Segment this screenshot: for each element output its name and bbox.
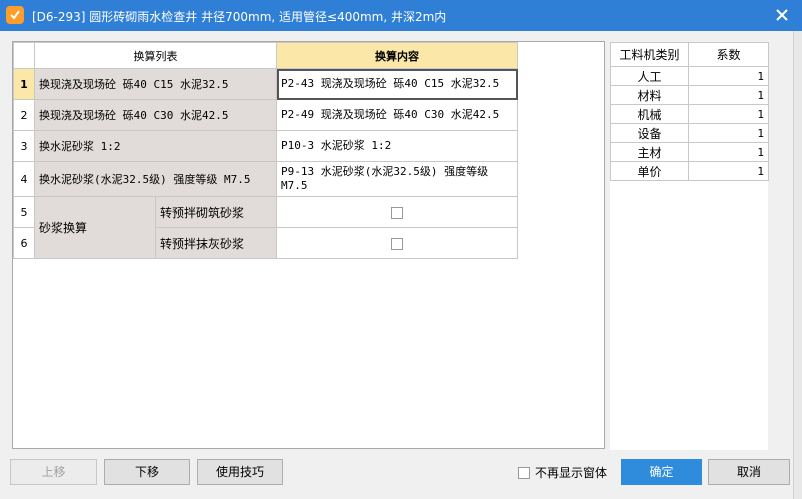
move-up-button[interactable]: 上移	[10, 459, 97, 485]
conversion-item[interactable]: 换水泥砂浆(水泥32.5级) 强度等级 M7.5	[34, 161, 277, 197]
table-row[interactable]: 3 换水泥砂浆 1:2 P10-3 水泥砂浆 1:2	[13, 130, 518, 162]
category-cell: 主材	[610, 142, 689, 162]
table-row[interactable]: 主材 1	[610, 142, 769, 162]
window-edge	[793, 31, 802, 499]
row-number: 5	[13, 196, 35, 228]
category-cell: 材料	[610, 85, 689, 105]
window-title: [D6-293] 圆形砖砌雨水检查井 井径700mm, 适用管径≤400mm, …	[32, 10, 447, 24]
category-cell: 人工	[610, 66, 689, 86]
conversion-table: 换算列表 换算内容 1 换现浇及现场砼 砾40 C15 水泥32.5 P2-43…	[13, 42, 518, 259]
table-row[interactable]: 5 砂浆换算 转预拌砌筑砂浆	[13, 196, 518, 259]
category-cell: 机械	[610, 104, 689, 124]
table-row[interactable]: 1 换现浇及现场砼 砾40 C15 水泥32.5 P2-43 现浇及现场砼 砾4…	[13, 68, 518, 100]
conversion-panel: 换算列表 换算内容 1 换现浇及现场砼 砾40 C15 水泥32.5 P2-43…	[12, 41, 605, 449]
no-show-toggle[interactable]: 不再显示窗体	[518, 464, 607, 480]
row-number: 1	[13, 68, 35, 100]
row-number: 4	[13, 161, 35, 197]
list-header: 换算列表	[34, 42, 277, 69]
category-cell: 设备	[610, 123, 689, 143]
category-header: 工料机类别	[610, 42, 689, 67]
table-row[interactable]: 单价 1	[610, 161, 769, 181]
table-row[interactable]: 2 换现浇及现场砼 砾40 C30 水泥42.5 P2-49 现浇及现场砼 砾4…	[13, 99, 518, 131]
mortar-option-cell[interactable]	[276, 196, 518, 228]
coef-value[interactable]: 1	[688, 161, 769, 181]
corner-cell	[13, 42, 35, 69]
category-cell: 单价	[610, 161, 689, 181]
row-number: 3	[13, 130, 35, 162]
no-show-checkbox[interactable]	[518, 467, 530, 479]
content-header: 换算内容	[276, 42, 518, 69]
coef-value[interactable]: 1	[688, 104, 769, 124]
ok-button[interactable]: 确定	[621, 459, 702, 485]
close-icon[interactable]	[772, 5, 792, 25]
coef-value[interactable]: 1	[688, 66, 769, 86]
mortar-group-label: 砂浆换算	[34, 196, 156, 259]
plaster-mortar-checkbox[interactable]	[391, 237, 403, 250]
conversion-item[interactable]: 换水泥砂浆 1:2	[34, 130, 277, 162]
title-bar: [D6-293] 圆形砖砌雨水检查井 井径700mm, 适用管径≤400mm, …	[0, 0, 802, 31]
row-number: 6	[13, 227, 35, 259]
table-row[interactable]: 材料 1	[610, 85, 769, 105]
conversion-content[interactable]: P2-43 现浇及现场砼 砾40 C15 水泥32.5	[276, 68, 518, 100]
no-show-label: 不再显示窗体	[535, 466, 608, 480]
mortar-option-cell[interactable]	[276, 227, 518, 259]
conversion-content[interactable]: P9-13 水泥砂浆(水泥32.5级) 强度等级 M7.5	[276, 161, 518, 197]
conversion-item[interactable]: 换现浇及现场砼 砾40 C15 水泥32.5	[34, 68, 277, 100]
app-logo-icon	[6, 6, 24, 24]
conversion-item[interactable]: 换现浇及现场砼 砾40 C30 水泥42.5	[34, 99, 277, 131]
coefficient-table: 工料机类别 系数 人工 1 材料 1 机械 1 设备 1 主材 1 单价 1	[610, 42, 769, 181]
coef-value[interactable]: 1	[688, 85, 769, 105]
coef-value[interactable]: 1	[688, 142, 769, 162]
conversion-content[interactable]: P2-49 现浇及现场砼 砾40 C30 水泥42.5	[276, 99, 518, 131]
row-number: 2	[13, 99, 35, 131]
mortar-option: 转预拌砌筑砂浆	[155, 196, 277, 228]
cancel-button[interactable]: 取消	[708, 459, 790, 485]
table-row[interactable]: 4 换水泥砂浆(水泥32.5级) 强度等级 M7.5 P9-13 水泥砂浆(水泥…	[13, 161, 518, 197]
mortar-option: 转预拌抹灰砂浆	[155, 227, 277, 259]
table-row[interactable]: 机械 1	[610, 104, 769, 124]
masonry-mortar-checkbox[interactable]	[391, 206, 403, 219]
table-row[interactable]: 设备 1	[610, 123, 769, 143]
conversion-content[interactable]: P10-3 水泥砂浆 1:2	[276, 130, 518, 162]
tips-button[interactable]: 使用技巧	[197, 459, 283, 485]
coef-value[interactable]: 1	[688, 123, 769, 143]
coef-header: 系数	[688, 42, 769, 67]
move-down-button[interactable]: 下移	[104, 459, 190, 485]
coefficient-panel: 工料机类别 系数 人工 1 材料 1 机械 1 设备 1 主材 1 单价 1	[610, 42, 769, 450]
table-row[interactable]: 人工 1	[610, 66, 769, 86]
